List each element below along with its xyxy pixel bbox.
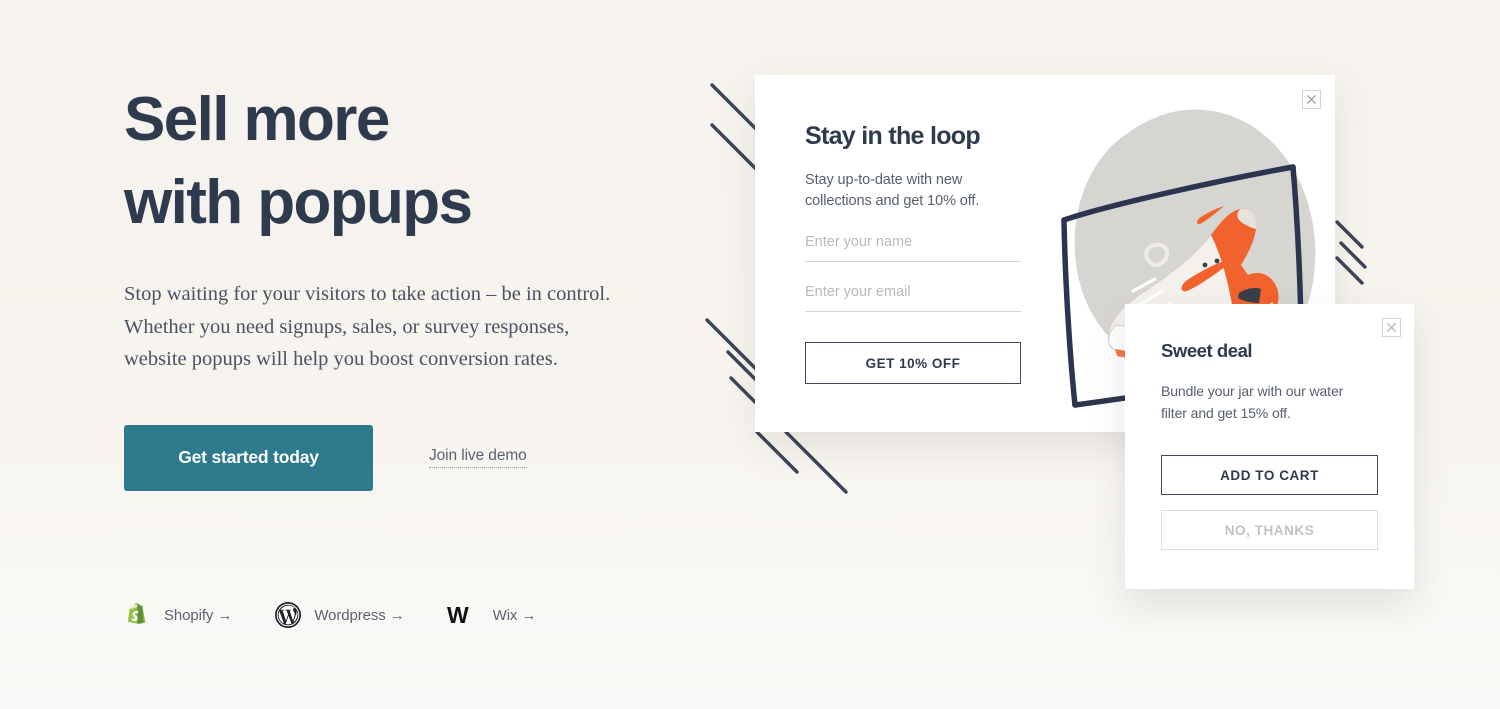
platform-link-wordpress[interactable]: Wordpress → — [274, 601, 405, 629]
newsletter-popup-title: Stay in the loop — [805, 122, 981, 150]
wix-icon: W — [447, 602, 469, 628]
platform-label-shopify: Shopify → — [164, 606, 233, 624]
newsletter-popup-subtitle: Stay up-to-date with new collections and… — [805, 172, 980, 209]
no-thanks-button[interactable]: NO, THANKS — [1161, 510, 1378, 550]
platform-link-wix[interactable]: W Wix → — [447, 601, 537, 629]
name-input[interactable] — [805, 234, 1021, 262]
hero-text-column: Sell more with popups Stop waiting for y… — [124, 78, 694, 491]
wordpress-icon — [275, 602, 302, 628]
shopify-icon — [128, 603, 146, 624]
platform-links: Shopify → Wordpress → W Wix → — [124, 601, 578, 629]
newsletter-popup-body: Stay in the loop Stay up-to-date with ne… — [805, 122, 1065, 384]
upsell-popup-body: Sweet deal Bundle your jar with our wate… — [1161, 340, 1379, 550]
upsell-popup-card: Sweet deal Bundle your jar with our wate… — [1125, 304, 1414, 589]
close-icon — [1307, 95, 1316, 104]
platform-link-shopify[interactable]: Shopify → — [124, 601, 232, 629]
newsletter-popup-close-button[interactable] — [1302, 90, 1321, 109]
get-10-percent-off-button[interactable]: GET 10% OFF — [805, 342, 1021, 384]
page-title: Sell more with popups — [124, 85, 473, 237]
get-started-button[interactable]: Get started today — [124, 424, 373, 491]
platform-label-wordpress: Wordpress → — [314, 606, 405, 624]
email-input[interactable] — [805, 284, 1021, 312]
close-icon — [1387, 323, 1396, 332]
platform-label-wix: Wix → — [492, 606, 537, 624]
upsell-popup-close-button[interactable] — [1382, 318, 1401, 337]
join-live-demo-link[interactable]: Join live demo — [429, 447, 527, 468]
hero-description: Stop waiting for your visitors to take a… — [124, 283, 611, 370]
upsell-popup-subtitle: Bundle your jar with our water filter an… — [1161, 383, 1344, 421]
hero-cta-row: Get started today Join live demo — [124, 424, 694, 491]
svg-text:W: W — [447, 602, 469, 628]
add-to-cart-button[interactable]: ADD TO CART — [1161, 455, 1378, 495]
upsell-popup-title: Sweet deal — [1161, 340, 1253, 361]
